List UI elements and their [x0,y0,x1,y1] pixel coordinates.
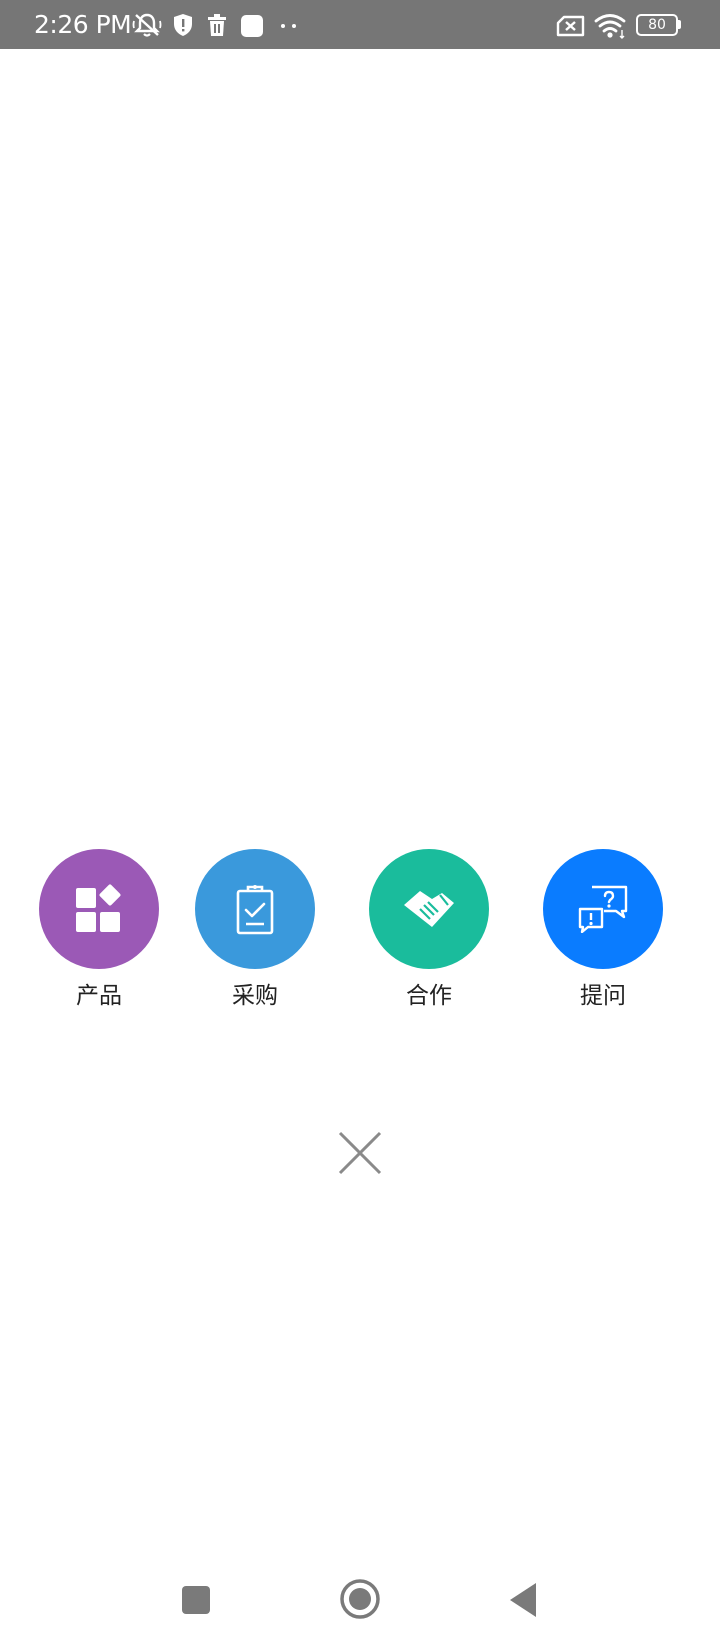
action-label: 产品 [76,983,122,1009]
square-app-icon [241,15,263,37]
navigation-bar [0,1560,720,1650]
question-chat-icon [578,885,628,933]
action-circle[interactable] [543,849,663,969]
battery-icon: 80 [636,14,681,36]
shield-icon [174,14,192,36]
action-purchase[interactable]: 采购 [195,849,315,1011]
more-dots-icon [281,24,296,28]
action-question[interactable]: 提问 [543,849,663,1011]
clipboard-check-icon [236,885,274,935]
wifi-icon [594,14,626,39]
trash-icon [208,14,226,36]
status-bar: 2:26 PM 80 [0,0,720,49]
handshake-icon [404,891,454,927]
action-product[interactable]: 产品 [39,849,159,1011]
action-circle[interactable] [39,849,159,969]
action-circle[interactable] [195,849,315,969]
back-icon[interactable] [506,1580,542,1620]
action-circle[interactable] [369,849,489,969]
mute-icon [132,13,162,37]
status-time: 2:26 PM [34,10,132,39]
action-label: 合作 [406,983,452,1009]
action-label: 采购 [232,983,278,1009]
close-icon[interactable] [335,1128,385,1178]
product-grid-icon [76,884,121,932]
action-label: 提问 [580,983,626,1009]
recent-apps-icon[interactable] [178,1582,214,1618]
home-icon[interactable] [338,1577,382,1621]
sim-x-icon [556,15,585,37]
action-cooperation[interactable]: 合作 [369,849,489,1011]
battery-level: 80 [648,17,666,33]
